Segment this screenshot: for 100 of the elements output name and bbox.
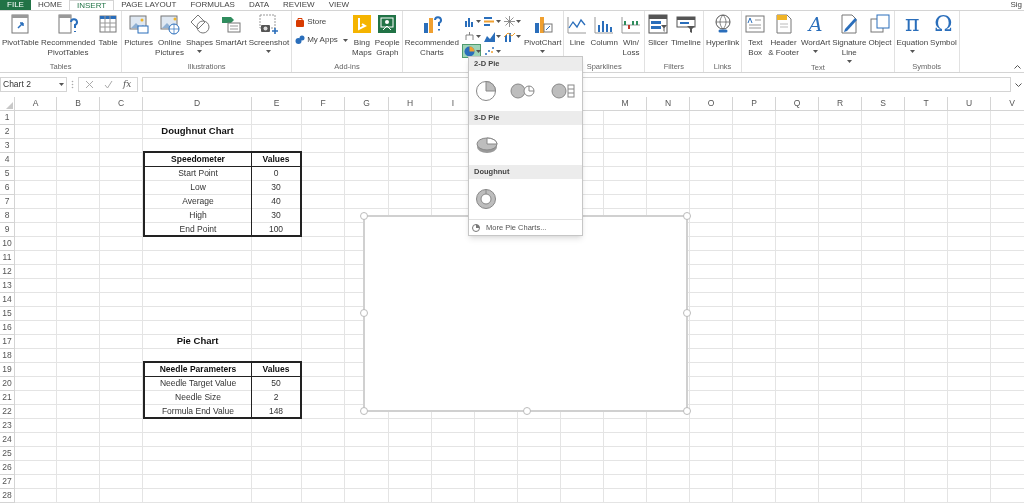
row-number[interactable]: 24 (0, 433, 15, 447)
row-number[interactable]: 1 (0, 111, 15, 125)
row-number[interactable]: 17 (0, 335, 15, 349)
caret-icon (476, 49, 481, 53)
ribbon-button[interactable]: Shapes (185, 13, 215, 53)
ribbon-button[interactable]: Recommended PivotTables (39, 13, 97, 58)
resize-handle[interactable] (360, 407, 368, 415)
ribbon-button[interactable]: Hyperlink (704, 13, 741, 48)
row-number[interactable]: 20 (0, 377, 15, 391)
ribbon-button[interactable]: Ω Symbol (929, 13, 958, 48)
row-number[interactable]: 12 (0, 265, 15, 279)
row-number[interactable]: 8 (0, 209, 15, 223)
ribbon-button[interactable]: Pictures (123, 13, 155, 48)
table-cell: Start Point (143, 167, 252, 181)
ribbon-tab[interactable]: REVIEW (276, 0, 322, 10)
ribbon-small-button[interactable]: Store (295, 16, 348, 28)
ribbon-button[interactable]: Column (589, 13, 619, 48)
row-number[interactable]: 22 (0, 405, 15, 419)
row-number[interactable]: 18 (0, 349, 15, 363)
doughnut-option[interactable] (473, 186, 499, 212)
ribbon-button[interactable]: Slicer (645, 13, 670, 48)
ribbon-button[interactable]: Signature Line (831, 13, 868, 63)
table-cell: 40 (252, 195, 302, 209)
chart-area[interactable] (363, 215, 688, 412)
ribbon-tab[interactable]: FORMULAS (183, 0, 242, 10)
row-number[interactable]: 21 (0, 391, 15, 405)
timeline-icon (674, 13, 697, 35)
row-number[interactable]: 14 (0, 293, 15, 307)
row-number[interactable]: 11 (0, 251, 15, 265)
ribbon-button[interactable]: Screenshot (247, 13, 291, 53)
table-cell: 50 (252, 377, 302, 391)
ribbon-button[interactable]: Header & Footer (767, 13, 800, 58)
ribbon-tab[interactable]: PAGE LAYOUT (114, 0, 184, 10)
row-number[interactable]: 19 (0, 363, 15, 377)
ribbon-tab[interactable]: DATA (241, 0, 277, 10)
table-cell: Formula End Value (143, 405, 252, 419)
ribbon-small-button[interactable]: My Apps (295, 34, 348, 46)
ribbon-button[interactable]: Online Pictures (154, 13, 185, 58)
ribbon-button[interactable]: PivotTable (1, 13, 40, 48)
row-number[interactable]: 5 (0, 167, 15, 181)
row-number[interactable]: 16 (0, 321, 15, 335)
table-cell: Needle Target Value (143, 377, 252, 391)
row-number[interactable]: 9 (0, 223, 15, 237)
ribbon-tab[interactable]: HOME (31, 0, 69, 10)
ribbon-button[interactable]: Text Box (743, 13, 768, 58)
table-title: Doughnut Chart (160, 125, 235, 138)
ribbon-button[interactable]: π Equation (895, 13, 930, 53)
row-number[interactable]: 23 (0, 419, 15, 433)
row-number[interactable]: 28 (0, 489, 15, 503)
resize-handle[interactable] (360, 309, 368, 317)
radar-chart-icon (504, 15, 515, 27)
row-number[interactable]: 4 (0, 153, 15, 167)
file-tab[interactable]: FILE (0, 0, 31, 10)
ribbon-button[interactable]: Timeline (669, 13, 702, 48)
cancel-icon[interactable] (85, 80, 94, 89)
camera-icon (257, 13, 280, 35)
hierarchy-chart-icon (464, 30, 475, 42)
pie-option[interactable] (473, 78, 499, 104)
row-number[interactable]: 3 (0, 139, 15, 153)
resize-handle[interactable] (360, 212, 368, 220)
ribbon-button[interactable]: PivotChart (523, 13, 563, 53)
expand-icon[interactable] (1015, 82, 1022, 87)
ribbon-button[interactable]: Object (867, 13, 893, 48)
row-number[interactable]: 10 (0, 237, 15, 251)
select-all-icon[interactable] (6, 102, 13, 109)
row-number[interactable]: 25 (0, 447, 15, 461)
row-number[interactable]: 26 (0, 461, 15, 475)
row-number[interactable]: 13 (0, 279, 15, 293)
table-icon (97, 13, 120, 35)
row-number[interactable]: 15 (0, 307, 15, 321)
resize-handle[interactable] (523, 407, 531, 415)
ribbon-button[interactable]: Table (96, 13, 121, 48)
row-number[interactable]: 7 (0, 195, 15, 209)
row-number[interactable]: 2 (0, 125, 15, 139)
ribbon-button[interactable]: A WordArt (799, 13, 832, 53)
row-number[interactable]: 27 (0, 475, 15, 489)
ribbon-button[interactable]: Bing Maps (349, 13, 374, 58)
resize-handle[interactable] (683, 407, 691, 415)
chart-type-button[interactable] (462, 29, 481, 43)
table-cell: Average (143, 195, 252, 209)
collapse-icon[interactable] (1014, 65, 1021, 69)
letter-icon: A (808, 13, 823, 35)
ribbon-tab[interactable]: VIEW (321, 0, 357, 10)
row-number[interactable]: 6 (0, 181, 15, 195)
picture-icon (127, 13, 150, 35)
check-icon[interactable] (104, 80, 113, 89)
doughnut-icon (475, 188, 497, 210)
ribbon-button[interactable]: Recommended Charts (403, 13, 460, 58)
chart-type-button[interactable] (502, 14, 521, 28)
ribbon-button[interactable]: Line (565, 13, 590, 48)
name-box[interactable]: Chart 2 (0, 77, 67, 92)
ribbon-button[interactable]: Win/ Loss (618, 13, 643, 58)
resize-handle[interactable] (683, 309, 691, 317)
resize-handle[interactable] (683, 212, 691, 220)
chart-type-button[interactable] (482, 44, 501, 58)
shapes-icon (188, 13, 211, 35)
ribbon-button[interactable]: People Graph (373, 13, 401, 58)
chart-type-button[interactable] (482, 14, 501, 28)
ribbon-button[interactable]: SmartArt (214, 13, 248, 48)
insert-function-button[interactable]: fx (123, 77, 132, 92)
